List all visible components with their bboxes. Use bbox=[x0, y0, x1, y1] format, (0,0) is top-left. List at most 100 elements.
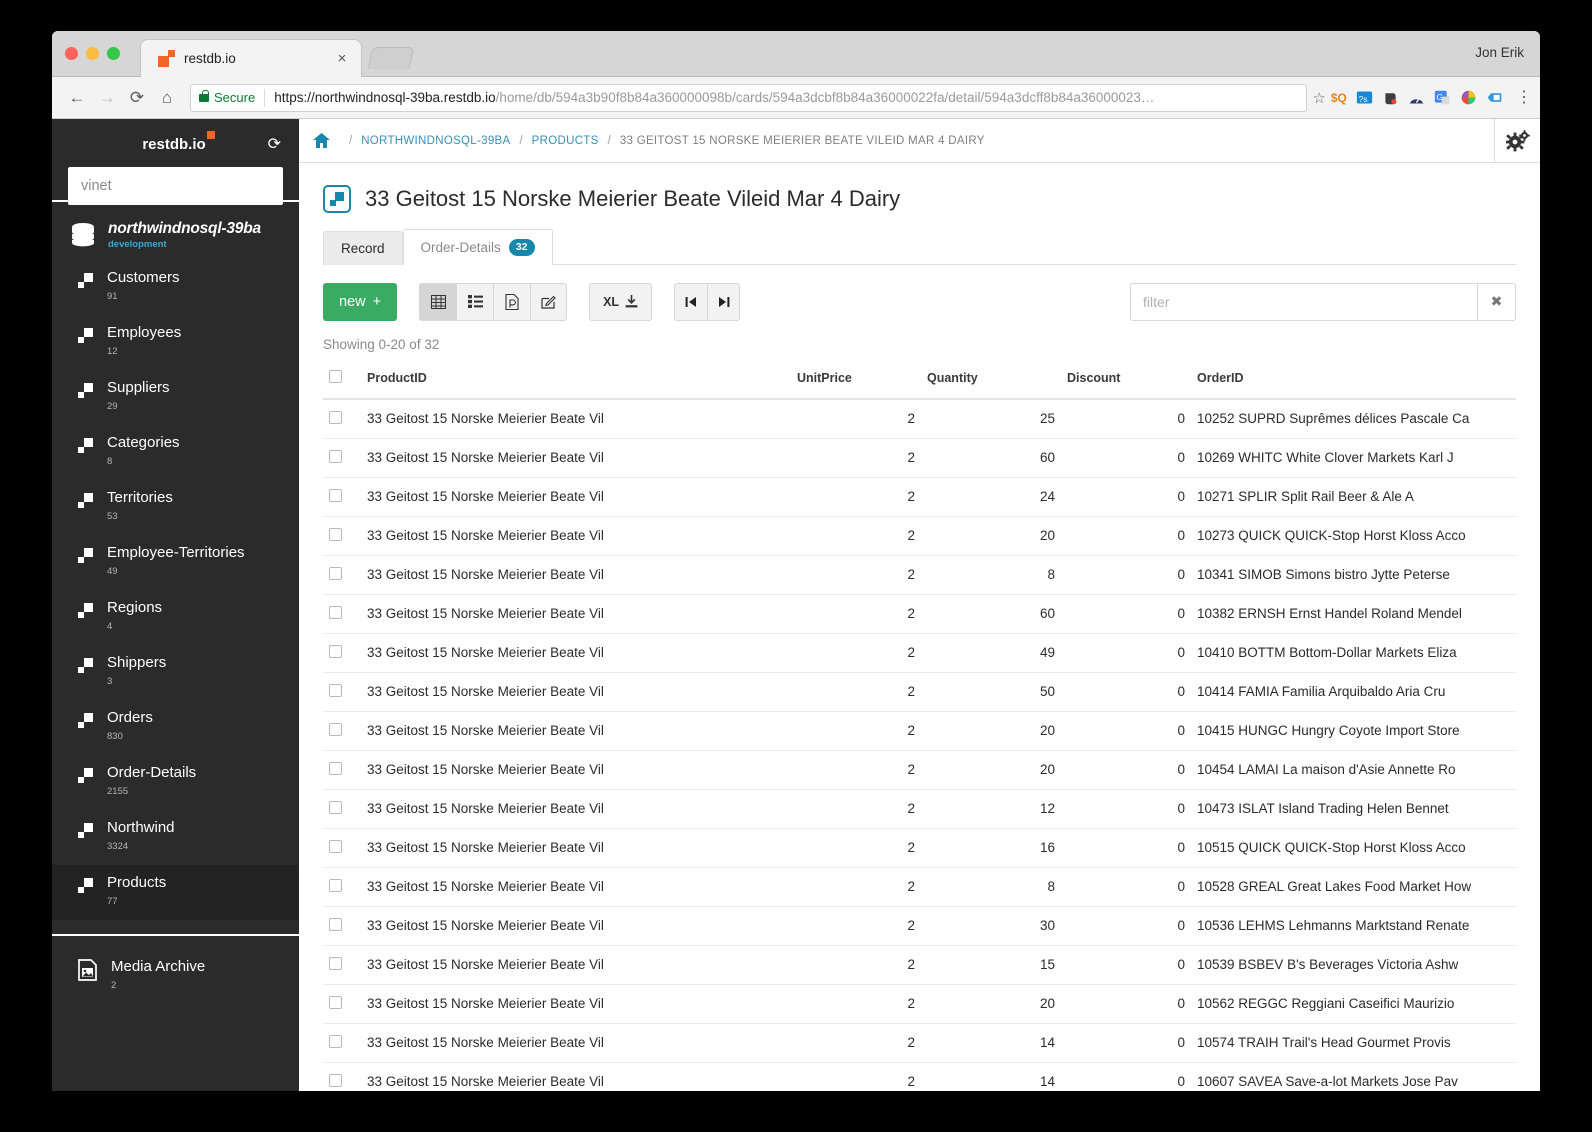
sidebar-item-northwind[interactable]: Northwind 3324 bbox=[52, 810, 299, 865]
extension-translate-icon[interactable]: G bbox=[1434, 89, 1451, 106]
row-checkbox[interactable] bbox=[329, 761, 342, 775]
export-excel-button[interactable]: XL bbox=[589, 282, 653, 321]
row-checkbox[interactable] bbox=[329, 722, 342, 736]
row-checkbox[interactable] bbox=[329, 956, 342, 970]
browser-menu-icon[interactable]: ⋮ bbox=[1516, 90, 1532, 105]
table-row[interactable]: 33 Geitost 15 Norske Meierier Beate Vil 2… bbox=[323, 750, 1516, 790]
column-header-productid[interactable]: ProductID bbox=[361, 361, 791, 400]
list-view-button[interactable] bbox=[456, 282, 494, 321]
sidebar-item-customers[interactable]: Customers 91 bbox=[52, 260, 299, 315]
row-checkbox[interactable] bbox=[329, 1034, 342, 1048]
minimize-window-button[interactable] bbox=[86, 47, 99, 60]
table-row[interactable]: 33 Geitost 15 Norske Meierier Beate Vil 2… bbox=[323, 828, 1516, 868]
grid-view-button[interactable] bbox=[419, 282, 457, 321]
sidebar-item-suppliers[interactable]: Suppliers 29 bbox=[52, 370, 299, 425]
last-page-button[interactable] bbox=[707, 282, 741, 321]
sidebar-search-input[interactable] bbox=[68, 167, 283, 205]
sidebar-item-shippers[interactable]: Shippers 3 bbox=[52, 645, 299, 700]
row-checkbox[interactable] bbox=[329, 488, 342, 502]
sidebar-item-products[interactable]: Products 77 bbox=[52, 865, 299, 920]
table-row[interactable]: 33 Geitost 15 Norske Meierier Beate Vil 2… bbox=[323, 438, 1516, 478]
breadcrumb-item-products[interactable]: PRODUCTS bbox=[532, 135, 599, 147]
table-row[interactable]: 33 Geitost 15 Norske Meierier Beate Vil 2… bbox=[323, 867, 1516, 907]
select-all-checkbox[interactable] bbox=[329, 369, 342, 383]
extension-sq-icon[interactable]: $Q bbox=[1330, 89, 1347, 106]
column-header-quantity[interactable]: Quantity bbox=[921, 361, 1061, 400]
table-row[interactable]: 33 Geitost 15 Norske Meierier Beate Vil 2… bbox=[323, 477, 1516, 517]
first-page-button[interactable] bbox=[674, 282, 708, 321]
sidebar-item-employees[interactable]: Employees 12 bbox=[52, 315, 299, 370]
row-checkbox[interactable] bbox=[329, 644, 342, 658]
column-header-orderid[interactable]: OrderID bbox=[1191, 361, 1516, 400]
row-checkbox[interactable] bbox=[329, 917, 342, 931]
row-checkbox[interactable] bbox=[329, 566, 342, 580]
sidebar-item-media-archive[interactable]: Media Archive 2 bbox=[52, 936, 299, 1001]
tab-order-details[interactable]: Order-Details 32 bbox=[402, 229, 553, 265]
sidebar-item-employee-territories[interactable]: Employee-Territories 49 bbox=[52, 535, 299, 590]
refresh-icon[interactable]: ⟳ bbox=[268, 134, 281, 154]
cell-productid: 33 Geitost 15 Norske Meierier Beate Vil bbox=[361, 828, 791, 868]
table-row[interactable]: 33 Geitost 15 Norske Meierier Beate Vil 2… bbox=[323, 555, 1516, 595]
row-checkbox[interactable] bbox=[329, 605, 342, 619]
address-bar[interactable]: Secure https://northwindnosql-39ba.restd… bbox=[190, 83, 1307, 112]
window-controls[interactable] bbox=[65, 47, 120, 60]
table-row[interactable]: 33 Geitost 15 Norske Meierier Beate Vil 2… bbox=[323, 1062, 1516, 1091]
table-row[interactable]: 33 Geitost 15 Norske Meierier Beate Vil 2… bbox=[323, 984, 1516, 1024]
clear-filter-button[interactable]: ✖ bbox=[1478, 282, 1516, 321]
row-checkbox[interactable] bbox=[329, 527, 342, 541]
row-checkbox[interactable] bbox=[329, 995, 342, 1009]
download-icon bbox=[625, 295, 638, 308]
table-row[interactable]: 33 Geitost 15 Norske Meierier Beate Vil 2… bbox=[323, 594, 1516, 634]
sidebar-item-order-details[interactable]: Order-Details 2155 bbox=[52, 755, 299, 810]
home-icon[interactable]: ⌂ bbox=[152, 83, 182, 113]
browser-window: restdb.io × Jon Erik ← → ⟳ ⌂ Secure http… bbox=[52, 31, 1540, 1091]
row-checkbox[interactable] bbox=[329, 410, 342, 424]
table-row[interactable]: 33 Geitost 15 Norske Meierier Beate Vil 2… bbox=[323, 672, 1516, 712]
edit-view-button[interactable] bbox=[530, 282, 568, 321]
report-view-button[interactable] bbox=[493, 282, 531, 321]
tab-record[interactable]: Record bbox=[323, 230, 403, 265]
row-checkbox[interactable] bbox=[329, 1073, 342, 1087]
close-tab-icon[interactable]: × bbox=[333, 51, 351, 66]
row-checkbox[interactable] bbox=[329, 800, 342, 814]
table-row[interactable]: 33 Geitost 15 Norske Meierier Beate Vil 2… bbox=[323, 945, 1516, 985]
column-header-discount[interactable]: Discount bbox=[1061, 361, 1191, 400]
settings-button[interactable] bbox=[1494, 119, 1540, 163]
maximize-window-button[interactable] bbox=[107, 47, 120, 60]
row-checkbox[interactable] bbox=[329, 449, 342, 463]
sidebar-item-orders[interactable]: Orders 830 bbox=[52, 700, 299, 755]
extension-quizlet-icon[interactable]: ?s bbox=[1356, 89, 1373, 106]
column-header-unitprice[interactable]: UnitPrice bbox=[791, 361, 921, 400]
extension-colorwheel-icon[interactable] bbox=[1460, 89, 1477, 106]
table-row[interactable]: 33 Geitost 15 Norske Meierier Beate Vil 2… bbox=[323, 633, 1516, 673]
table-row[interactable]: 33 Geitost 15 Norske Meierier Beate Vil 2… bbox=[323, 789, 1516, 829]
extension-speed-icon[interactable] bbox=[1408, 89, 1425, 106]
back-icon[interactable]: ← bbox=[62, 83, 92, 113]
table-row[interactable]: 33 Geitost 15 Norske Meierier Beate Vil 2… bbox=[323, 398, 1516, 439]
browser-tab[interactable]: restdb.io × bbox=[140, 39, 362, 77]
sidebar-item-categories[interactable]: Categories 8 bbox=[52, 425, 299, 480]
database-header[interactable]: northwindnosql-39ba development bbox=[52, 202, 299, 256]
table-row[interactable]: 33 Geitost 15 Norske Meierier Beate Vil 2… bbox=[323, 906, 1516, 946]
breadcrumb-item-db[interactable]: NORTHWINDNOSQL-39BA bbox=[361, 135, 510, 147]
reload-icon[interactable]: ⟳ bbox=[122, 83, 152, 113]
extension-evernote-icon[interactable] bbox=[1382, 89, 1399, 106]
sidebar-item-regions[interactable]: Regions 4 bbox=[52, 590, 299, 645]
new-record-button[interactable]: new + bbox=[323, 282, 398, 321]
sidebar-item-territories[interactable]: Territories 53 bbox=[52, 480, 299, 535]
table-row[interactable]: 33 Geitost 15 Norske Meierier Beate Vil 2… bbox=[323, 1023, 1516, 1063]
new-tab-button[interactable] bbox=[367, 47, 415, 69]
table-row[interactable]: 33 Geitost 15 Norske Meierier Beate Vil 2… bbox=[323, 516, 1516, 556]
bookmark-star-icon[interactable]: ☆ bbox=[1313, 89, 1326, 107]
forward-icon[interactable]: → bbox=[92, 83, 122, 113]
close-window-button[interactable] bbox=[65, 47, 78, 60]
filter-input[interactable] bbox=[1130, 282, 1478, 321]
row-checkbox[interactable] bbox=[329, 683, 342, 697]
home-icon[interactable] bbox=[313, 133, 330, 148]
table-row[interactable]: 33 Geitost 15 Norske Meierier Beate Vil 2… bbox=[323, 711, 1516, 751]
restdb-logo[interactable]: restdb.io bbox=[142, 130, 215, 153]
row-checkbox[interactable] bbox=[329, 839, 342, 853]
edit-view-icon bbox=[541, 295, 556, 309]
extension-tag-icon[interactable] bbox=[1486, 89, 1503, 106]
row-checkbox[interactable] bbox=[329, 878, 342, 892]
